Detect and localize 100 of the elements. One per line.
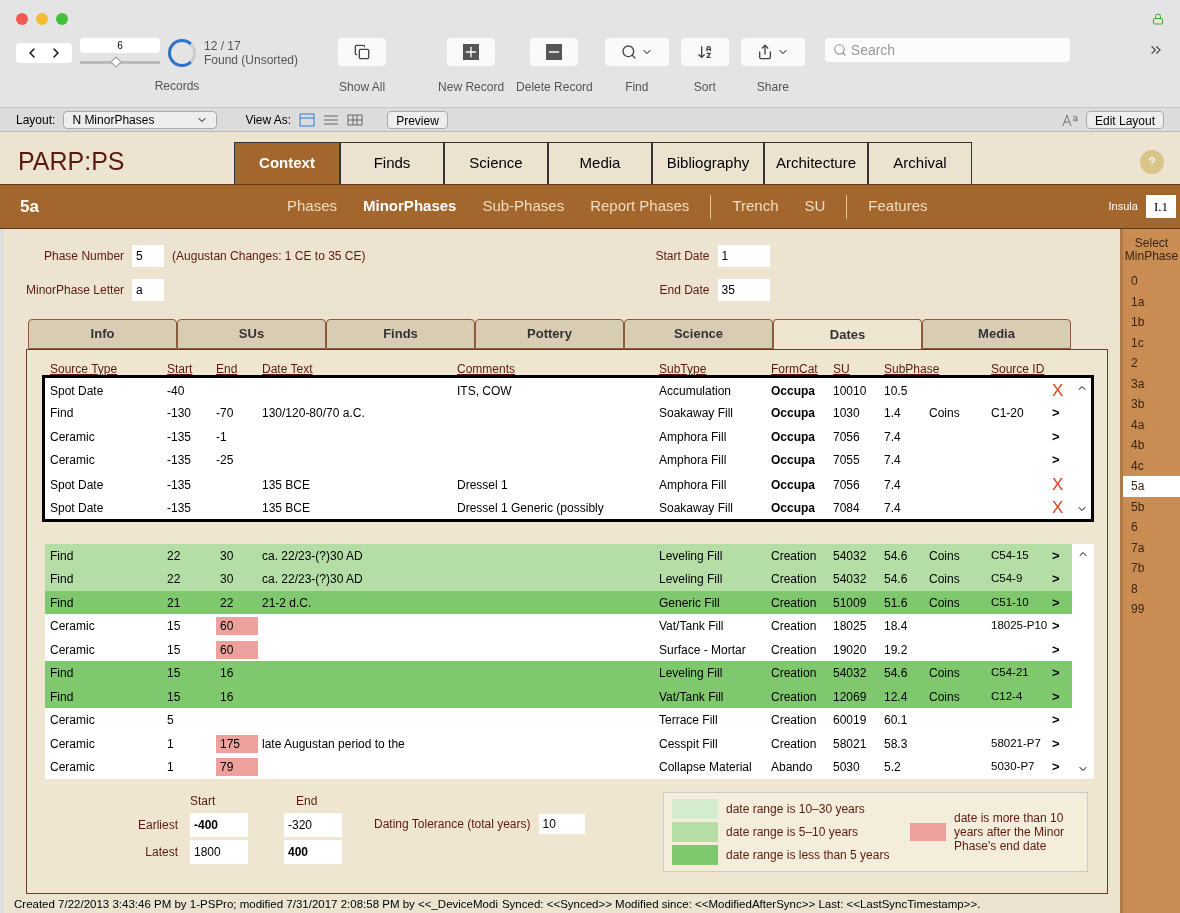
open-row-button[interactable]: > [1052, 663, 1060, 683]
phase-number-field[interactable]: 5 [132, 245, 165, 267]
toolbar-button[interactable]: Find [604, 38, 669, 96]
column-header[interactable]: SU [833, 359, 850, 378]
nav-link[interactable]: Report Phases [577, 195, 703, 218]
main-tab[interactable]: Architecture [764, 142, 868, 184]
end-date-field[interactable]: 35 [717, 279, 770, 301]
column-header[interactable]: SubType [659, 359, 707, 378]
nav-link[interactable]: Sub-Phases [469, 195, 578, 218]
preview-button[interactable]: Preview [387, 110, 448, 129]
phase-list-item[interactable]: 1a [1123, 291, 1180, 312]
legend-text: date range is less than 5 years [726, 846, 890, 864]
delete-row-button[interactable]: X [1052, 377, 1064, 404]
close-window-icon[interactable] [16, 13, 28, 25]
main-tab[interactable]: Media [548, 142, 652, 184]
open-row-button[interactable]: > [1052, 403, 1060, 423]
phase-list-item[interactable]: 99 [1123, 599, 1180, 620]
open-row-button[interactable]: > [1052, 426, 1060, 447]
main-tab[interactable]: Science [444, 142, 548, 184]
nav-link[interactable]: Features [855, 195, 941, 218]
range-end-field[interactable]: 400 [284, 839, 342, 864]
record-number-field[interactable]: 6 [80, 38, 160, 53]
open-row-button[interactable]: > [1052, 733, 1060, 754]
table-cell-text: Generic Fill [659, 594, 720, 612]
toolbar-button[interactable]: Show All [338, 38, 387, 96]
toolbar-button[interactable]: Share [740, 38, 805, 96]
open-row-button[interactable]: > [1052, 450, 1060, 470]
main-tab[interactable]: Context [234, 142, 340, 184]
delete-row-button[interactable]: X [1052, 495, 1064, 521]
open-row-button[interactable]: > [1052, 545, 1060, 566]
table-cell-text: Occupa [771, 452, 815, 470]
phase-list-item[interactable]: 4c [1123, 455, 1180, 476]
open-row-button[interactable]: > [1052, 686, 1060, 707]
sub-tab[interactable]: Media [922, 318, 1071, 349]
nav-link[interactable]: MinorPhases [350, 195, 470, 218]
phase-list-item[interactable]: 6 [1123, 517, 1180, 538]
open-row-button[interactable]: > [1052, 616, 1060, 636]
phase-list-item[interactable]: 7a [1123, 537, 1180, 558]
phase-list-item[interactable]: 1b [1123, 312, 1180, 333]
column-header[interactable]: FormCat [771, 359, 818, 378]
open-row-button[interactable]: > [1052, 710, 1060, 730]
open-row-button[interactable]: > [1052, 757, 1060, 777]
sub-tab[interactable]: Dates [773, 318, 922, 349]
phase-list-item[interactable]: 4b [1123, 435, 1180, 456]
phase-list-item[interactable]: 5b [1123, 496, 1180, 517]
table-view-icon[interactable] [347, 111, 364, 128]
phase-list-item[interactable]: 3a [1123, 373, 1180, 394]
nav-link[interactable]: Trench [719, 195, 792, 218]
sub-tab[interactable]: SUs [177, 318, 326, 349]
record-slider[interactable] [80, 57, 160, 67]
toolbar-button[interactable]: Sort [680, 38, 729, 96]
table-cell-text: Creation [771, 547, 817, 565]
sub-tab[interactable]: Info [28, 318, 177, 349]
edit-layout-button[interactable]: Edit Layout [1085, 110, 1164, 129]
sub-tab[interactable]: Pottery [475, 318, 624, 349]
table-cell-text: -25 [216, 452, 234, 470]
range-start-field[interactable]: 1800 [190, 839, 248, 864]
nav-link[interactable]: SU [791, 195, 839, 218]
help-icon[interactable] [1140, 150, 1164, 174]
table-cell-text: Vat/Tank Fill [659, 688, 724, 706]
phase-list-item[interactable]: 7b [1123, 558, 1180, 579]
column-header[interactable]: SubPhase [884, 359, 940, 378]
column-header[interactable]: Source Type [50, 359, 118, 378]
column-header[interactable]: Comments [457, 359, 515, 378]
minimize-window-icon[interactable] [36, 13, 48, 25]
tolerance-field[interactable]: 10 [538, 813, 585, 834]
zoom-window-icon[interactable] [56, 13, 68, 25]
phase-list-item[interactable]: 3b [1123, 394, 1180, 415]
toolbar-button[interactable]: Delete Record [516, 38, 593, 96]
range-end-field[interactable]: -320 [284, 812, 342, 837]
scrollbar[interactable] [1072, 543, 1094, 779]
sub-tab[interactable]: Science [624, 318, 773, 349]
phase-list-item[interactable]: 4a [1123, 414, 1180, 435]
record-nav-button[interactable] [16, 42, 72, 63]
column-header[interactable]: Date Text [262, 359, 313, 378]
nav-link[interactable]: Phases [274, 195, 351, 218]
range-start-field[interactable]: -400 [190, 812, 248, 837]
start-date-field[interactable]: 1 [717, 245, 770, 267]
main-tab[interactable]: Finds [340, 142, 444, 184]
delete-row-button[interactable]: X [1052, 471, 1064, 498]
open-row-button[interactable]: > [1052, 592, 1060, 613]
toolbar-button[interactable]: New Record [438, 38, 505, 96]
minor-letter-field[interactable]: a [132, 279, 165, 301]
form-view-icon[interactable] [299, 111, 316, 128]
insula-field[interactable]: I.1 [1145, 194, 1176, 219]
phase-list-item[interactable]: 5a [1123, 476, 1180, 497]
column-header[interactable]: End [216, 359, 238, 378]
table-cell-text: 54032 [833, 665, 867, 683]
phase-list-item[interactable]: 2 [1123, 353, 1180, 374]
sub-tab[interactable]: Finds [326, 318, 475, 349]
phase-list-item[interactable]: 0 [1123, 271, 1180, 292]
phase-list-item[interactable]: 1c [1123, 332, 1180, 353]
main-tab[interactable]: Bibliography [652, 142, 764, 184]
column-header[interactable]: Start [167, 359, 193, 378]
open-row-button[interactable]: > [1052, 639, 1060, 660]
main-tab[interactable]: Archival [868, 142, 972, 184]
layout-dropdown[interactable]: N MinorPhases [63, 110, 218, 129]
open-row-button[interactable]: > [1052, 569, 1060, 589]
phase-list-item[interactable]: 8 [1123, 578, 1180, 599]
column-header[interactable]: Source ID [991, 359, 1045, 378]
